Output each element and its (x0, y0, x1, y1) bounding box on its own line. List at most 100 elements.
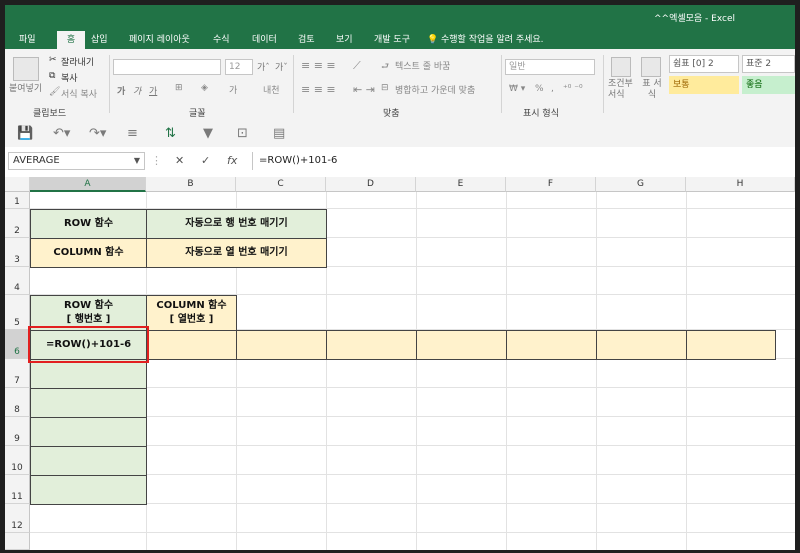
cancel-icon[interactable]: ✕ (175, 154, 184, 167)
filter-icon[interactable]: ▼ (203, 126, 213, 141)
print-preview-icon[interactable]: ⊡ (237, 126, 248, 141)
underline-button[interactable]: 가 (149, 84, 157, 97)
cell-a9[interactable] (30, 417, 147, 447)
format-as-table-button[interactable]: 표 서식 (641, 79, 663, 101)
currency-icon[interactable]: ₩ ▾ (509, 84, 525, 94)
fill-color-icon[interactable]: ◈ (201, 83, 208, 93)
undo-icon[interactable]: ↶▾ (53, 126, 70, 141)
font-size-box[interactable]: 12 (225, 59, 253, 75)
cell-g6[interactable] (596, 330, 687, 360)
cell-a8[interactable] (30, 388, 147, 418)
phonetic-button[interactable]: 내천 (263, 83, 280, 96)
tab-file[interactable]: 파일 (15, 31, 40, 49)
cell-a2[interactable]: ROW 함수 (30, 209, 147, 239)
number-format-box[interactable]: 일반 (505, 59, 595, 75)
chevron-down-icon[interactable]: ▼ (134, 153, 140, 169)
cell-c6[interactable] (236, 330, 327, 360)
row-header-5[interactable]: 5 (5, 295, 30, 330)
align-top-icon[interactable]: ≡ ≡ ≡ (301, 59, 336, 72)
tab-review[interactable]: 검토 (294, 31, 319, 49)
merge-center-button[interactable]: 병합하고 가운데 맞춤 (395, 83, 475, 96)
column-header-f[interactable]: F (506, 177, 596, 192)
indent-icon[interactable]: ⇤ ⇥ (353, 83, 375, 96)
shrink-font-icon[interactable]: 가ˇ (275, 60, 288, 73)
tab-developer[interactable]: 개발 도구 (370, 31, 414, 49)
merge-icon[interactable]: ⊟ (381, 83, 389, 93)
row-header-9[interactable]: 9 (5, 417, 30, 446)
row-header-1[interactable]: 1 (5, 192, 30, 209)
row-header-13[interactable] (5, 533, 30, 550)
cell-e6[interactable] (416, 330, 507, 360)
cut-icon[interactable]: ✂ (49, 55, 57, 65)
row-header-4[interactable]: 4 (5, 267, 30, 295)
cell-style-normal[interactable]: 표준 2 (742, 55, 795, 73)
row-header-7[interactable]: 7 (5, 359, 30, 388)
tab-insert[interactable]: 삽입 (87, 31, 112, 49)
tab-formulas[interactable]: 수식 (209, 31, 234, 49)
paste-icon[interactable] (13, 57, 39, 81)
column-header-g[interactable]: G (596, 177, 686, 192)
italic-button[interactable]: 가 (133, 84, 141, 97)
cell-d6[interactable] (326, 330, 417, 360)
wrap-text-button[interactable]: 텍스트 줄 바꿈 (395, 59, 450, 72)
format-painter-button[interactable]: 서식 복사 (61, 87, 97, 100)
cell-a10[interactable] (30, 446, 147, 476)
copy-button[interactable]: 복사 (61, 71, 78, 84)
conditional-formatting-icon[interactable] (611, 57, 631, 77)
row-header-10[interactable]: 10 (5, 446, 30, 475)
grow-font-icon[interactable]: 가ˆ (257, 60, 270, 73)
row-header-12[interactable]: 12 (5, 504, 30, 533)
insert-function-icon[interactable]: fx (227, 154, 237, 167)
format-as-table-icon[interactable] (641, 57, 661, 77)
cell-b6[interactable] (146, 330, 237, 360)
tell-me-box[interactable]: 수행할 작업을 알려 주세요. (437, 31, 548, 49)
column-header-c[interactable]: C (236, 177, 326, 192)
tab-page-layout[interactable]: 페이지 레이아웃 (125, 31, 194, 49)
cell-f6[interactable] (506, 330, 597, 360)
paste-button[interactable]: 붙여넣기 (9, 81, 42, 94)
cell-style-neutral[interactable]: 보통 (669, 76, 739, 94)
cell-b2[interactable]: 자동으로 행 번호 매기기 (146, 209, 327, 239)
border-icon[interactable]: ⊞ (175, 83, 183, 93)
save-icon[interactable]: 💾 (17, 126, 33, 141)
redo-icon[interactable]: ↷▾ (89, 126, 106, 141)
wrap-text-icon[interactable]: ⮐ (381, 59, 389, 75)
copy-icon[interactable]: ⧉ (49, 71, 55, 81)
cell-h6[interactable] (686, 330, 776, 360)
row-header-8[interactable]: 8 (5, 388, 30, 417)
customize-icon[interactable]: ≡ (127, 126, 138, 141)
row-header-11[interactable]: 11 (5, 475, 30, 504)
font-color-icon[interactable]: 가 (229, 83, 237, 96)
orientation-icon[interactable]: ⟋ (353, 59, 361, 73)
column-header-h[interactable]: H (686, 177, 795, 192)
cell-style-good[interactable]: 좋음 (742, 76, 795, 94)
column-header-a[interactable]: A (30, 177, 146, 192)
name-box[interactable]: AVERAGE ▼ (8, 152, 145, 170)
align-left-icon[interactable]: ≡ ≡ ≡ (301, 83, 336, 96)
column-header-e[interactable]: E (416, 177, 506, 192)
bold-button[interactable]: 가 (117, 84, 125, 97)
format-painter-icon[interactable]: 🖌 (49, 87, 60, 97)
conditional-formatting-button[interactable]: 조건부 서식 (608, 79, 636, 101)
select-all-corner[interactable] (5, 177, 30, 192)
tab-data[interactable]: 데이터 (248, 31, 281, 49)
cell-b3[interactable]: 자동으로 열 번호 매기기 (146, 238, 327, 268)
decimal-icon[interactable]: ⁺⁰ ⁻⁰ (563, 84, 583, 94)
confirm-icon[interactable]: ✓ (201, 154, 210, 167)
sort-icon[interactable]: ⇅ (165, 126, 176, 141)
comma-button[interactable]: , (551, 84, 554, 94)
row-header-3[interactable]: 3 (5, 238, 30, 267)
font-name-box[interactable] (113, 59, 221, 75)
formula-input[interactable]: =ROW()+101-6 (252, 152, 792, 170)
row-header-6[interactable]: 6 (5, 330, 30, 359)
column-header-b[interactable]: B (146, 177, 236, 192)
cell-b5[interactable]: COLUMN 함수 [ 열번호 ] (146, 295, 237, 331)
tab-view[interactable]: 보기 (332, 31, 357, 49)
cell-a7[interactable] (30, 359, 147, 389)
cell-a11[interactable] (30, 475, 147, 505)
cut-button[interactable]: 잘라내기 (61, 55, 94, 68)
percent-button[interactable]: % (535, 84, 544, 94)
row-header-2[interactable]: 2 (5, 209, 30, 238)
form-icon[interactable]: ▤ (273, 126, 285, 141)
cell-a3[interactable]: COLUMN 함수 (30, 238, 147, 268)
